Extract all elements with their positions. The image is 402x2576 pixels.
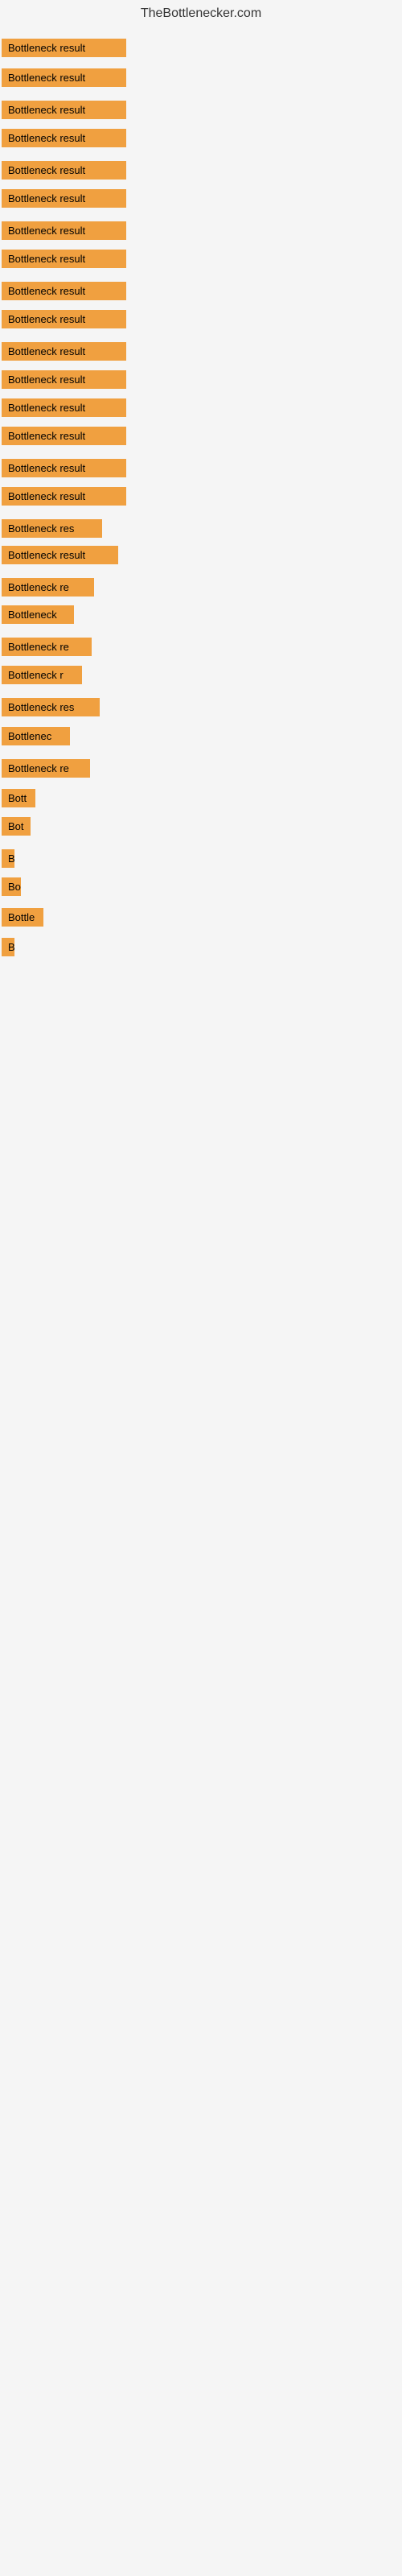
- list-item: B: [2, 938, 14, 960]
- list-item: Bottleneck result: [2, 398, 126, 421]
- bottleneck-label: Bottleneck result: [2, 282, 126, 300]
- site-title: TheBottlenecker.com: [0, 0, 402, 24]
- bottleneck-label: Bottleneck result: [2, 459, 126, 477]
- list-item: Bottleneck result: [2, 427, 126, 449]
- list-item: Bottleneck result: [2, 282, 126, 304]
- bottleneck-label: Bottleneck result: [2, 189, 126, 208]
- list-item: Bottleneck result: [2, 310, 126, 332]
- list-item: Bottleneck result: [2, 101, 126, 123]
- list-item: Bottleneck result: [2, 68, 126, 91]
- list-item: Bottleneck result: [2, 459, 126, 481]
- list-item: Bottleneck result: [2, 39, 126, 61]
- bottleneck-label: Bottleneck result: [2, 398, 126, 417]
- bottleneck-label: Bottleneck result: [2, 161, 126, 180]
- list-item: Bottleneck result: [2, 487, 126, 510]
- bottleneck-label: Bott: [2, 789, 35, 807]
- list-item: Bottleneck result: [2, 221, 126, 244]
- list-item: Bottle: [2, 908, 43, 931]
- list-item: Bottleneck result: [2, 370, 126, 393]
- bottleneck-label: Bottleneck res: [2, 519, 102, 538]
- list-item: Bottleneck r: [2, 666, 82, 688]
- bottleneck-label: Bottleneck re: [2, 759, 90, 778]
- list-item: Bottleneck res: [2, 519, 102, 542]
- list-item: Bottleneck result: [2, 189, 126, 212]
- list-item: Bottleneck result: [2, 161, 126, 184]
- bottleneck-label: Bottleneck result: [2, 342, 126, 361]
- site-header: TheBottlenecker.com: [0, 0, 402, 24]
- bottleneck-label: Bottleneck res: [2, 698, 100, 716]
- list-item: Bottlenec: [2, 727, 70, 749]
- list-item: Bo: [2, 877, 21, 900]
- bottleneck-label: B: [2, 938, 14, 956]
- bottleneck-label: Bot: [2, 817, 31, 836]
- bottleneck-label: Bottleneck result: [2, 39, 126, 57]
- bottleneck-label: Bottleneck result: [2, 101, 126, 119]
- bottleneck-label: Bottleneck result: [2, 487, 126, 506]
- bottleneck-label: Bottleneck r: [2, 666, 82, 684]
- bottleneck-label: B: [2, 849, 14, 868]
- bottleneck-label: Bottleneck result: [2, 427, 126, 445]
- list-item: Bott: [2, 789, 35, 811]
- bottleneck-label: Bottleneck re: [2, 578, 94, 597]
- list-item: Bottleneck re: [2, 578, 94, 601]
- bottleneck-label: Bottlenec: [2, 727, 70, 745]
- bottleneck-label: Bottle: [2, 908, 43, 927]
- list-item: B: [2, 849, 14, 872]
- bottleneck-label: Bottleneck result: [2, 370, 126, 389]
- bottleneck-label: Bo: [2, 877, 21, 896]
- bottleneck-label: Bottleneck re: [2, 638, 92, 656]
- bottleneck-label: Bottleneck result: [2, 68, 126, 87]
- bottleneck-list: Bottleneck result Bottleneck result Bottle…: [0, 24, 402, 2560]
- bottleneck-label: Bottleneck result: [2, 310, 126, 328]
- list-item: Bottleneck res: [2, 698, 100, 720]
- bottleneck-label: Bottleneck result: [2, 250, 126, 268]
- list-item: Bottleneck: [2, 605, 74, 628]
- list-item: Bot: [2, 817, 31, 840]
- bottleneck-label: Bottleneck result: [2, 221, 126, 240]
- list-item: Bottleneck result: [2, 250, 126, 272]
- list-item: Bottleneck re: [2, 638, 92, 660]
- list-item: Bottleneck result: [2, 129, 126, 151]
- list-item: Bottleneck result: [2, 546, 118, 568]
- bottleneck-label: Bottleneck result: [2, 546, 118, 564]
- bottleneck-label: Bottleneck: [2, 605, 74, 624]
- list-item: Bottleneck re: [2, 759, 90, 782]
- bottleneck-label: Bottleneck result: [2, 129, 126, 147]
- list-item: Bottleneck result: [2, 342, 126, 365]
